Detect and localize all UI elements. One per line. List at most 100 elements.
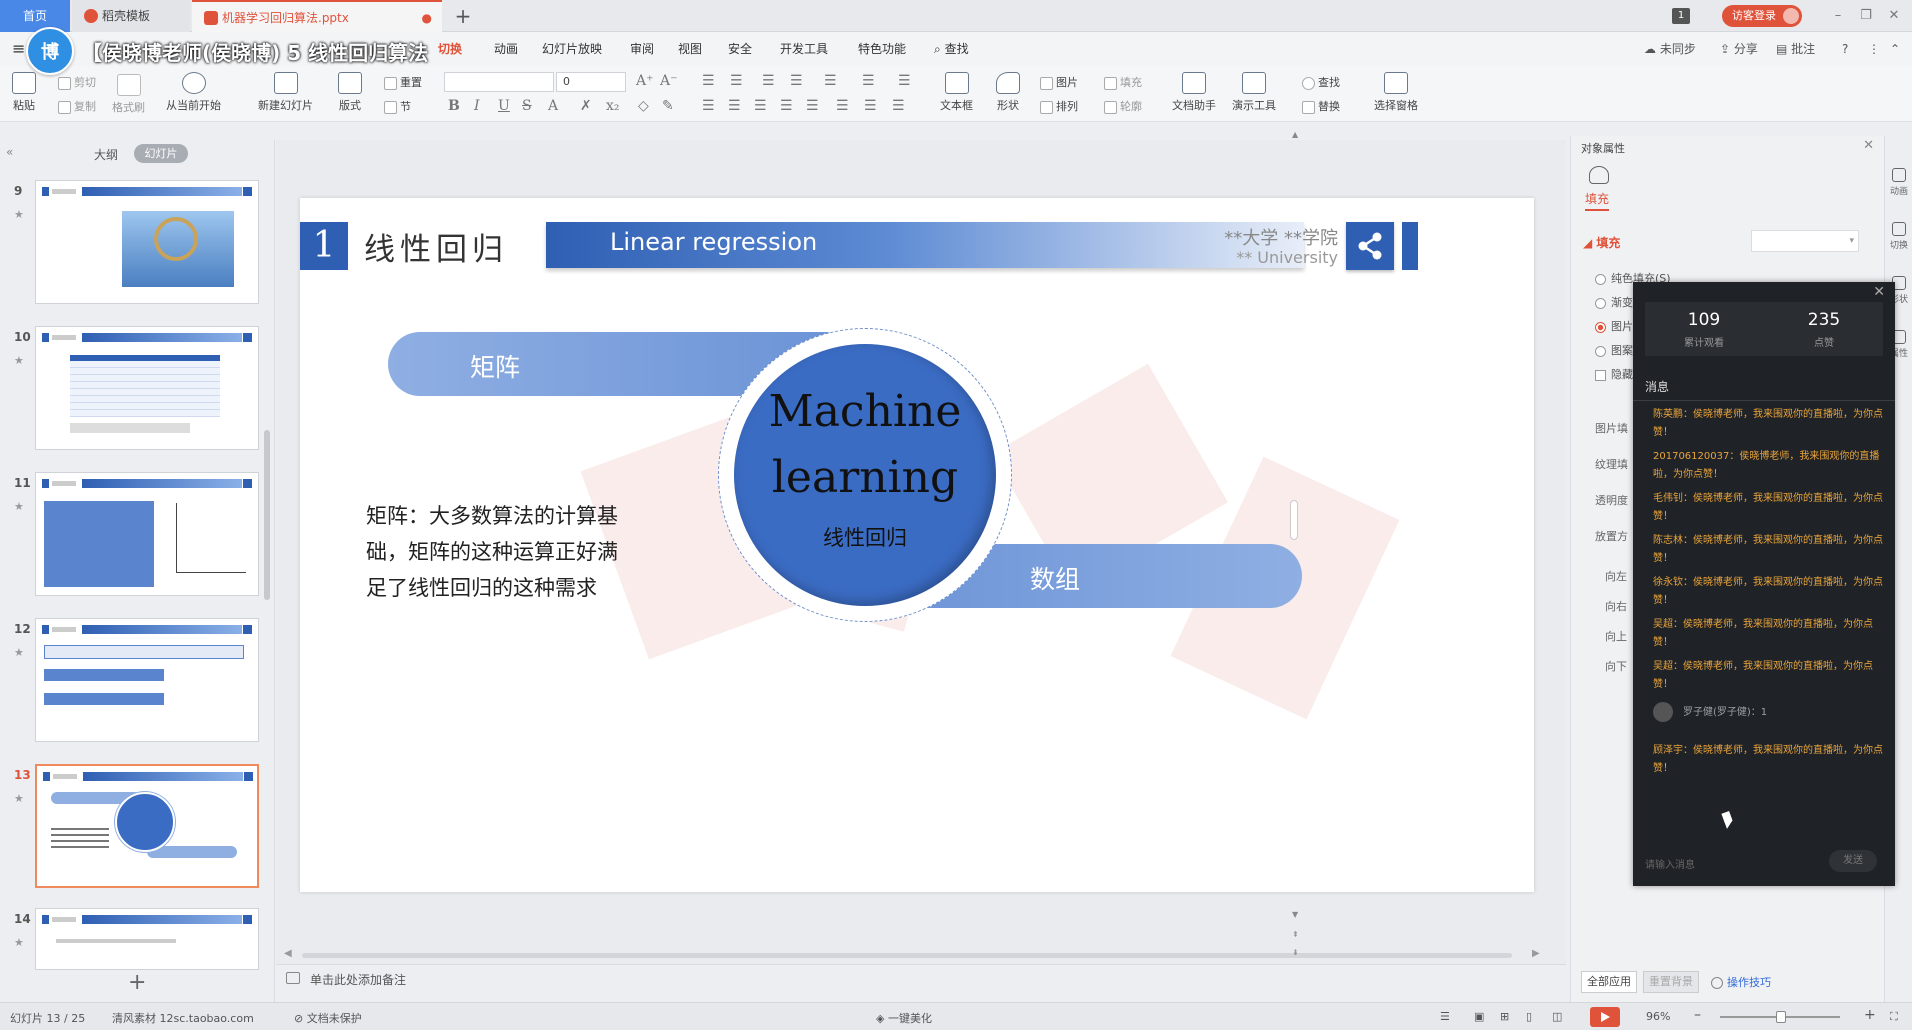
paste-button[interactable]: 粘贴 [12, 72, 36, 113]
maximize-icon[interactable]: ❐ [1852, 0, 1880, 32]
window-count-badge[interactable]: 1 [1672, 8, 1690, 24]
line-spacing-icon[interactable]: ☰ [824, 73, 837, 89]
thumbnail-scrollbar[interactable] [264, 430, 270, 600]
fit-window-icon[interactable]: ⛶ [1890, 1010, 1898, 1024]
live-close-icon[interactable]: ✕ [1873, 284, 1885, 300]
menu-features[interactable]: 特色功能 [858, 32, 906, 66]
notes-area[interactable]: 单击此处添加备注 [276, 964, 1566, 992]
collapse-panel-icon[interactable]: « [6, 145, 13, 159]
side-transition-button[interactable]: 切换 [1887, 222, 1911, 251]
subscript-icon[interactable]: x₂ [606, 98, 620, 114]
comment-button[interactable]: ▤ 批注 [1776, 32, 1815, 66]
play-from-current-button[interactable]: 从当前开始 [166, 72, 221, 113]
underline-icon[interactable]: U [498, 98, 510, 114]
fill-color-dropdown[interactable]: ▾ [1751, 230, 1859, 252]
copy-button[interactable]: 复制 [58, 98, 96, 114]
star-icon[interactable]: ★ [14, 500, 24, 513]
help-icon[interactable]: ? [1842, 32, 1848, 66]
replace-button[interactable]: 替换 [1302, 98, 1340, 114]
current-slide[interactable]: 1 线性回归 Linear regression **大学 **学院 ** Un… [300, 198, 1534, 892]
star-icon[interactable]: ★ [14, 646, 24, 659]
new-tab-button[interactable]: + [450, 3, 476, 29]
scroll-left-icon[interactable]: ◀ [284, 948, 292, 959]
menu-switch[interactable]: 切换 [438, 32, 462, 66]
close-icon[interactable]: ✕ [1880, 0, 1908, 32]
slide-thumbnail-14[interactable] [35, 908, 259, 970]
arrange-button[interactable]: 排列 [1040, 98, 1078, 114]
scroll-up-icon[interactable]: ▲ [1292, 130, 1298, 139]
slide-thumbnail-10[interactable] [35, 326, 259, 450]
zoom-in-icon[interactable]: + [1864, 1007, 1876, 1023]
tab-slides[interactable]: 幻灯片 [134, 144, 188, 163]
menu-devtools[interactable]: 开发工具 [780, 32, 828, 66]
grow-font-icon[interactable]: A⁺ [636, 73, 654, 89]
highlight-icon[interactable]: ✎ [662, 98, 674, 114]
star-icon[interactable]: ★ [14, 208, 24, 221]
sync-status[interactable]: ☁ 未同步 [1644, 32, 1696, 66]
new-slide-button[interactable]: 新建幻灯片 [258, 72, 313, 113]
guest-login-button[interactable]: 访客登录 [1722, 5, 1802, 27]
messages-list[interactable]: 陈英鹏：侯晓博老师，我来围观你的直播啦，为你点赞！ 201706120037：侯… [1633, 406, 1895, 806]
hide-checkbox[interactable]: 隐藏 [1595, 366, 1633, 382]
vertical-scrollbar[interactable]: ▲ ▼ ⇞ ⇟ [1286, 130, 1306, 970]
textbox-button[interactable]: 文本框 [940, 72, 973, 113]
slide-thumbnail-9[interactable] [35, 180, 259, 304]
smart-art-icon[interactable]: ☰ [864, 98, 877, 114]
star-icon[interactable]: ★ [14, 354, 24, 367]
eraser-icon[interactable]: ◇ [638, 98, 649, 114]
add-slide-button[interactable]: + [128, 970, 146, 995]
horizontal-scrollbar[interactable]: ◀ ▶ [276, 948, 1566, 962]
tab-close-icon[interactable]: ● [422, 2, 432, 32]
collapse-ribbon-icon[interactable]: ⌃ [1890, 32, 1900, 66]
text-direction-icon[interactable]: ☰ [898, 73, 911, 89]
slide-title[interactable]: 线性回归 [364, 224, 508, 269]
fill-tab-icon[interactable] [1589, 166, 1609, 184]
fill-picture-radio[interactable]: 图片 [1595, 318, 1633, 334]
zoom-slider-knob[interactable] [1776, 1011, 1786, 1023]
reading-view-icon[interactable]: ▯ [1526, 1010, 1532, 1023]
side-animation-button[interactable]: 动画 [1887, 168, 1911, 197]
scroll-down-icon[interactable]: ▼ [1292, 910, 1298, 919]
distribute-icon[interactable]: ☰ [806, 98, 819, 114]
panel-title[interactable]: 对象属性 [1581, 140, 1625, 156]
menu-view[interactable]: 视图 [678, 32, 702, 66]
protect-status[interactable]: ⊘ 文档未保护 [294, 1010, 362, 1026]
align-center-icon[interactable]: ☰ [728, 98, 741, 114]
select-pane-button[interactable]: 选择窗格 [1374, 72, 1418, 113]
outline-view-icon[interactable]: ◫ [1552, 1010, 1562, 1023]
share-button[interactable]: ⇪ 分享 [1720, 32, 1758, 66]
columns-icon[interactable]: ☰ [862, 73, 875, 89]
reset-background-button[interactable]: 重置背景 [1643, 971, 1699, 993]
fill-pattern-radio[interactable]: 图案 [1595, 342, 1633, 358]
slide-thumbnail-11[interactable] [35, 472, 259, 596]
menu-security[interactable]: 安全 [728, 32, 752, 66]
notes-toggle-icon[interactable]: ☰ [1440, 1010, 1450, 1023]
section-button[interactable]: 节 [384, 98, 411, 114]
cut-button[interactable]: 剪切 [58, 74, 96, 90]
university-en[interactable]: ** University [1180, 248, 1338, 267]
fill-button[interactable]: 填充 [1104, 74, 1142, 90]
tab-outline[interactable]: 大纲 [94, 146, 118, 163]
fill-gradient-radio[interactable]: 渐变 [1595, 294, 1633, 310]
number-list-icon[interactable]: ☰ [730, 73, 743, 89]
tab-home[interactable]: 首页 [0, 0, 70, 32]
align-right-icon[interactable]: ☰ [754, 98, 767, 114]
scroll-right-icon[interactable]: ▶ [1532, 948, 1540, 959]
find-button[interactable]: 查找 [1302, 74, 1340, 90]
menu-search[interactable]: ⌕ 查找 [934, 32, 969, 66]
font-name-select[interactable] [444, 72, 554, 92]
menu-review[interactable]: 审阅 [630, 32, 654, 66]
fill-tab[interactable]: 填充 [1585, 190, 1610, 211]
banner-text[interactable]: Linear regression [610, 228, 817, 256]
shrink-font-icon[interactable]: A⁻ [660, 73, 678, 89]
panel-close-icon[interactable]: ✕ [1863, 138, 1874, 153]
indent-increase-icon[interactable]: ☰ [790, 73, 803, 89]
sorter-view-icon[interactable]: ⊞ [1500, 1010, 1509, 1023]
slide-thumbnail-12[interactable] [35, 618, 259, 742]
bold-icon[interactable]: B [448, 98, 460, 114]
format-painter-button[interactable]: 格式刷 [112, 74, 145, 115]
outline-button[interactable]: 轮廓 [1104, 98, 1142, 114]
shape-button[interactable]: 形状 [996, 72, 1020, 113]
font-color-icon[interactable]: A [548, 98, 558, 114]
tab-template[interactable]: 稻壳模板 [72, 0, 190, 32]
